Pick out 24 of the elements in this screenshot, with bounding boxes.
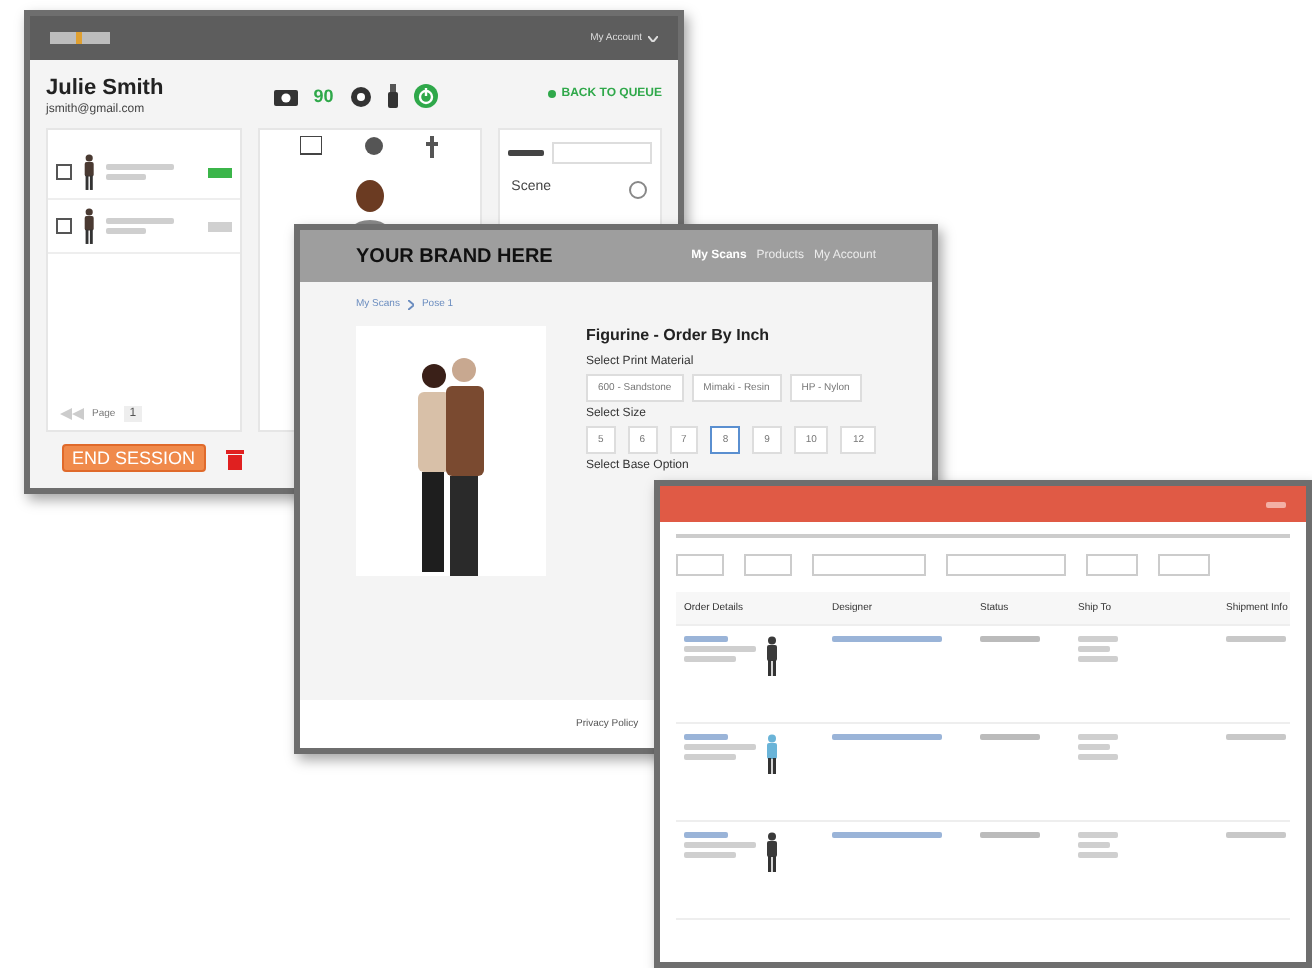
checkbox[interactable] — [56, 218, 72, 234]
brand-title: YOUR BRAND HERE — [356, 245, 553, 267]
refresh-icon[interactable] — [628, 180, 648, 200]
filter-field[interactable] — [1158, 554, 1210, 576]
filter-field[interactable] — [676, 554, 724, 576]
screen-icon[interactable] — [300, 136, 323, 156]
filter-field[interactable] — [946, 554, 1066, 576]
customer-name: Julie Smith — [46, 76, 164, 100]
photo-count: 90 — [313, 86, 334, 106]
caret-icon[interactable] — [648, 35, 658, 41]
filter-field[interactable] — [744, 554, 792, 576]
trash-icon[interactable] — [225, 447, 244, 469]
usb-icon[interactable] — [387, 84, 398, 108]
product-title: Figurine - Order By Inch — [585, 326, 772, 344]
camera-icon[interactable] — [273, 86, 298, 106]
scan-name-field[interactable] — [551, 142, 652, 164]
power-icon[interactable] — [413, 84, 438, 108]
filter-field[interactable] — [1086, 554, 1138, 576]
chevron-icon — [407, 299, 414, 309]
status-dot-icon — [547, 90, 556, 98]
filter-field[interactable] — [812, 554, 926, 576]
end-session-button[interactable]: END SESSION — [62, 444, 206, 472]
logo-icon — [50, 32, 110, 44]
checkbox[interactable] — [56, 164, 72, 180]
